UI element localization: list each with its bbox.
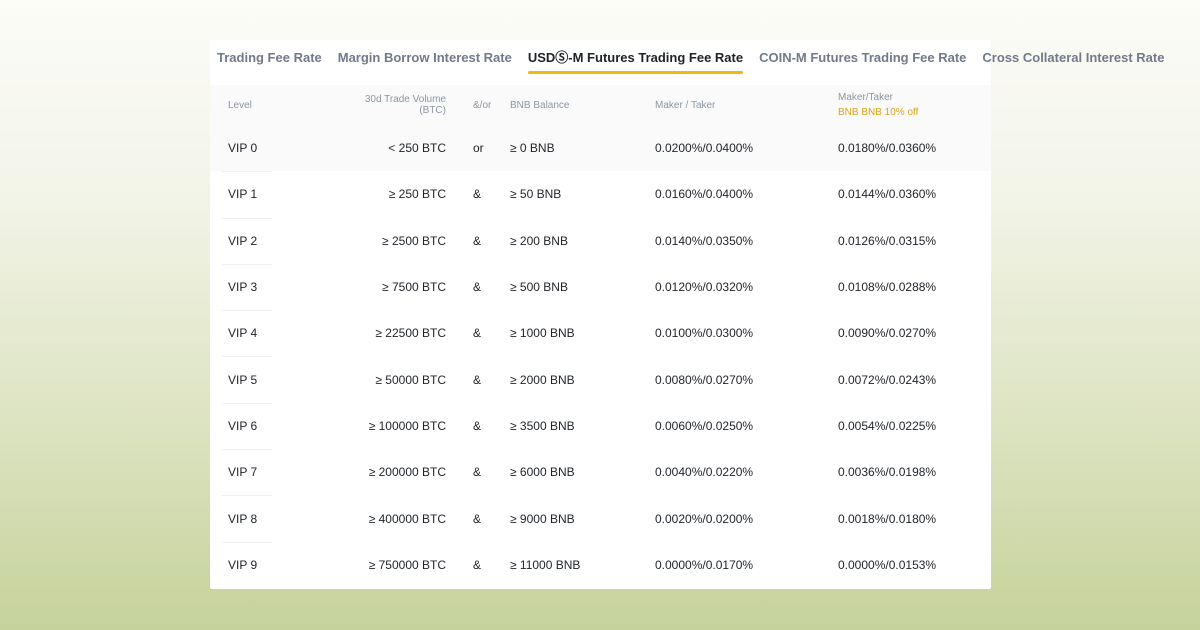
- trade-volume-cell: ≥ 200000 BTC: [340, 465, 446, 479]
- tab-cross-collateral-interest-rate[interactable]: Cross Collateral Interest Rate: [982, 50, 1164, 66]
- maker-taker-bnb-cell: 0.0072%/0.0243%: [838, 373, 973, 387]
- level-cell: VIP 3: [228, 280, 340, 294]
- maker-taker-cell: 0.0020%/0.0200%: [655, 512, 838, 526]
- trade-volume-cell: < 250 BTC: [340, 141, 446, 155]
- andor-cell: &: [446, 373, 510, 387]
- level-cell: VIP 9: [228, 558, 340, 572]
- trade-volume-cell: ≥ 400000 BTC: [340, 512, 446, 526]
- table-row: VIP 7 ≥ 200000 BTC & ≥ 6000 BNB 0.0040%/…: [210, 449, 991, 495]
- table-row: VIP 5 ≥ 50000 BTC & ≥ 2000 BNB 0.0080%/0…: [210, 356, 991, 402]
- level-cell: VIP 8: [228, 512, 340, 526]
- andor-cell: &: [446, 465, 510, 479]
- level-cell: VIP 2: [228, 234, 340, 248]
- column-header-andor: &/or: [446, 100, 510, 111]
- trade-volume-cell: ≥ 250 BTC: [340, 187, 446, 201]
- trade-volume-cell: ≥ 750000 BTC: [340, 558, 446, 572]
- tab-usdm-futures-trading-fee-rate[interactable]: USDⓈ-M Futures Trading Fee Rate: [528, 50, 743, 66]
- tab-trading-fee-rate[interactable]: Trading Fee Rate: [217, 50, 322, 66]
- bnb-balance-cell: ≥ 50 BNB: [510, 187, 655, 201]
- tab-margin-borrow-interest-rate[interactable]: Margin Borrow Interest Rate: [338, 50, 512, 66]
- maker-taker-bnb-cell: 0.0090%/0.0270%: [838, 326, 973, 340]
- andor-cell: or: [446, 141, 510, 155]
- andor-cell: &: [446, 187, 510, 201]
- andor-cell: &: [446, 512, 510, 526]
- trade-volume-cell: ≥ 2500 BTC: [340, 234, 446, 248]
- tab-bar: Trading Fee Rate Margin Borrow Interest …: [210, 40, 991, 85]
- table-row: VIP 6 ≥ 100000 BTC & ≥ 3500 BNB 0.0060%/…: [210, 403, 991, 449]
- bnb-balance-cell: ≥ 1000 BNB: [510, 326, 655, 340]
- bnb-balance-cell: ≥ 6000 BNB: [510, 465, 655, 479]
- andor-cell: &: [446, 280, 510, 294]
- trade-volume-cell: ≥ 7500 BTC: [340, 280, 446, 294]
- maker-taker-cell: 0.0060%/0.0250%: [655, 419, 838, 433]
- bnb-balance-cell: ≥ 9000 BNB: [510, 512, 655, 526]
- level-cell: VIP 5: [228, 373, 340, 387]
- trade-volume-cell: ≥ 50000 BTC: [340, 373, 446, 387]
- table-row: VIP 2 ≥ 2500 BTC & ≥ 200 BNB 0.0140%/0.0…: [210, 218, 991, 264]
- tab-coinm-futures-trading-fee-rate[interactable]: COIN-M Futures Trading Fee Rate: [759, 50, 966, 66]
- table-body: VIP 0 < 250 BTC or ≥ 0 BNB 0.0200%/0.040…: [210, 125, 991, 588]
- column-header-bnb-balance: BNB Balance: [510, 100, 655, 111]
- bnb-balance-cell: ≥ 11000 BNB: [510, 558, 655, 572]
- maker-taker-cell: 0.0040%/0.0220%: [655, 465, 838, 479]
- level-cell: VIP 1: [228, 187, 340, 201]
- maker-taker-cell: 0.0080%/0.0270%: [655, 373, 838, 387]
- trade-volume-cell: ≥ 100000 BTC: [340, 419, 446, 433]
- maker-taker-cell: 0.0160%/0.0400%: [655, 187, 838, 201]
- bnb-balance-cell: ≥ 500 BNB: [510, 280, 655, 294]
- maker-taker-bnb-cell: 0.0126%/0.0315%: [838, 234, 973, 248]
- maker-taker-bnb-cell: 0.0018%/0.0180%: [838, 512, 973, 526]
- column-header-level: Level: [228, 100, 340, 111]
- table-row: VIP 8 ≥ 400000 BTC & ≥ 9000 BNB 0.0020%/…: [210, 495, 991, 541]
- bnb-balance-cell: ≥ 3500 BNB: [510, 419, 655, 433]
- table-header-row: Level 30d Trade Volume (BTC) &/or BNB Ba…: [210, 85, 991, 125]
- maker-taker-cell: 0.0140%/0.0350%: [655, 234, 838, 248]
- column-header-maker-taker-bnb: Maker/Taker BNB BNB 10% off: [838, 92, 973, 119]
- table-row: VIP 9 ≥ 750000 BTC & ≥ 11000 BNB 0.0000%…: [210, 542, 991, 588]
- bnb-balance-cell: ≥ 0 BNB: [510, 141, 655, 155]
- bnb-discount-label: BNB BNB 10% off: [838, 107, 973, 119]
- maker-taker-cell: 0.0200%/0.0400%: [655, 141, 838, 155]
- maker-taker-bnb-cell: 0.0144%/0.0360%: [838, 187, 973, 201]
- maker-taker-bnb-cell: 0.0180%/0.0360%: [838, 141, 973, 155]
- maker-taker-bnb-cell: 0.0000%/0.0153%: [838, 558, 973, 572]
- column-header-maker-taker: Maker / Taker: [655, 100, 838, 111]
- maker-taker-cell: 0.0120%/0.0320%: [655, 280, 838, 294]
- level-cell: VIP 6: [228, 419, 340, 433]
- trade-volume-cell: ≥ 22500 BTC: [340, 326, 446, 340]
- maker-taker-cell: 0.0000%/0.0170%: [655, 558, 838, 572]
- table-row: VIP 3 ≥ 7500 BTC & ≥ 500 BNB 0.0120%/0.0…: [210, 264, 991, 310]
- table-row: VIP 1 ≥ 250 BTC & ≥ 50 BNB 0.0160%/0.040…: [210, 171, 991, 217]
- bnb-balance-cell: ≥ 2000 BNB: [510, 373, 655, 387]
- maker-taker-bnb-cell: 0.0108%/0.0288%: [838, 280, 973, 294]
- maker-taker-cell: 0.0100%/0.0300%: [655, 326, 838, 340]
- maker-taker-bnb-label: Maker/Taker: [838, 92, 973, 104]
- column-header-volume: 30d Trade Volume (BTC): [340, 94, 446, 116]
- andor-cell: &: [446, 558, 510, 572]
- bnb-balance-cell: ≥ 200 BNB: [510, 234, 655, 248]
- table-row: VIP 4 ≥ 22500 BTC & ≥ 1000 BNB 0.0100%/0…: [210, 310, 991, 356]
- table-row: VIP 0 < 250 BTC or ≥ 0 BNB 0.0200%/0.040…: [210, 125, 991, 171]
- andor-cell: &: [446, 326, 510, 340]
- maker-taker-bnb-cell: 0.0036%/0.0198%: [838, 465, 973, 479]
- andor-cell: &: [446, 419, 510, 433]
- maker-taker-bnb-cell: 0.0054%/0.0225%: [838, 419, 973, 433]
- andor-cell: &: [446, 234, 510, 248]
- level-cell: VIP 4: [228, 326, 340, 340]
- fee-rate-card: Trading Fee Rate Margin Borrow Interest …: [210, 40, 991, 589]
- level-cell: VIP 0: [228, 141, 340, 155]
- level-cell: VIP 7: [228, 465, 340, 479]
